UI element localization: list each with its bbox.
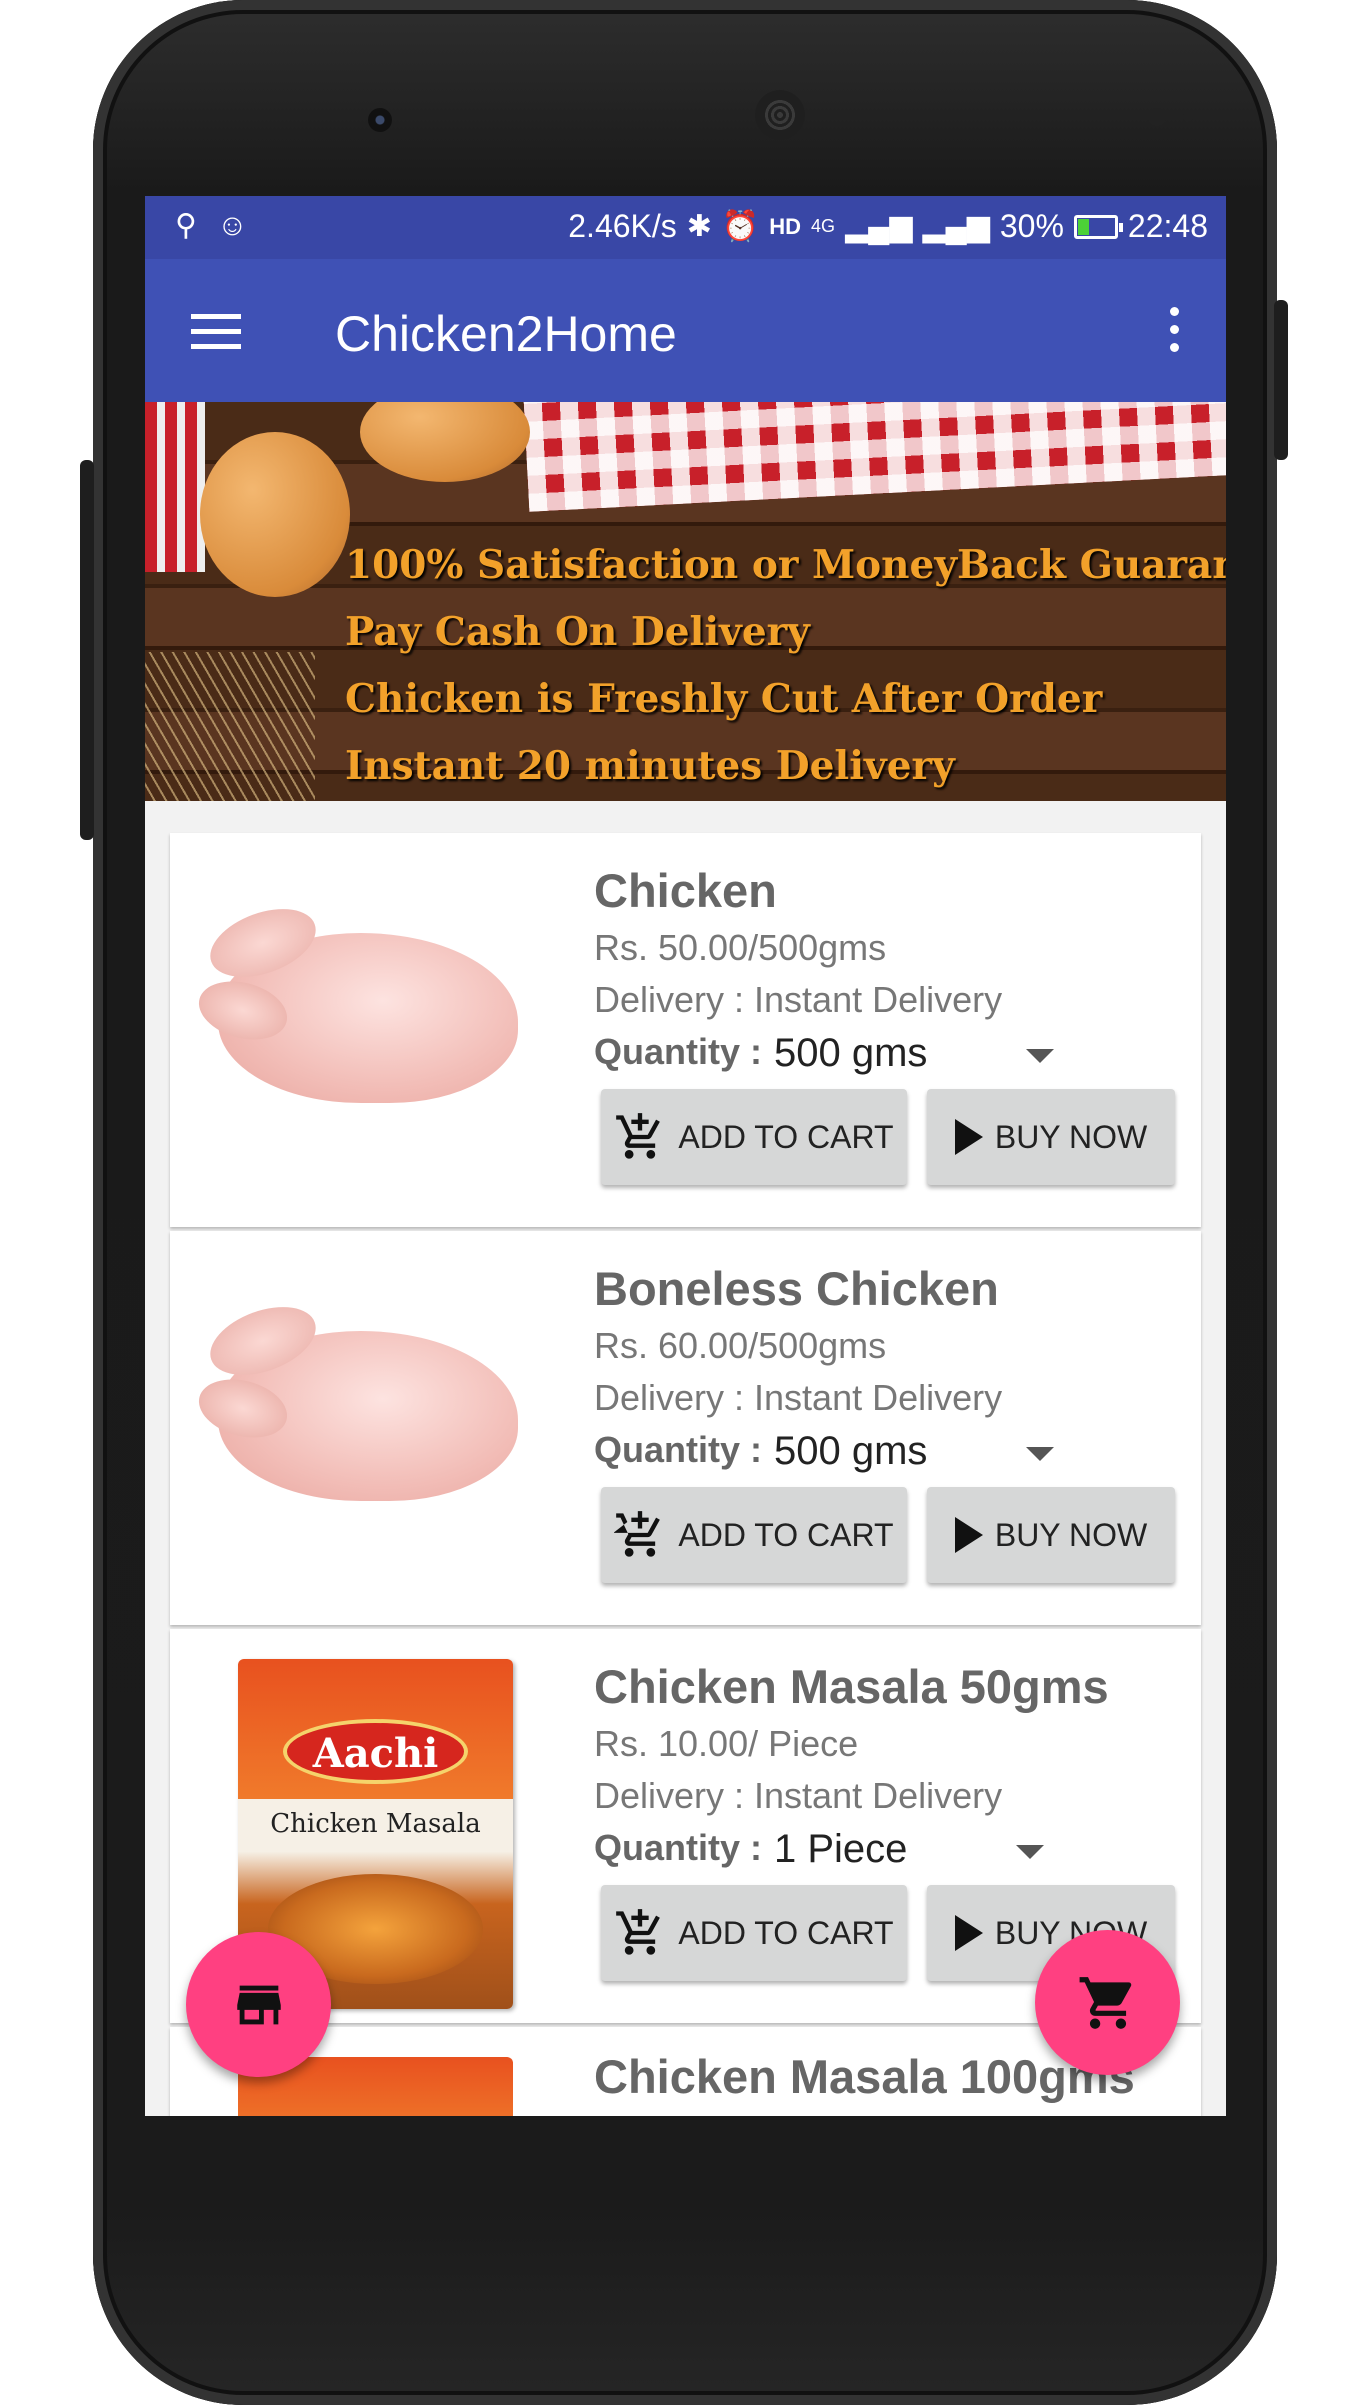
egg-image [200, 432, 350, 597]
add-shopping-cart-icon [614, 1511, 661, 1557]
banner-line: Chicken is Freshly Cut After Order [345, 676, 1103, 722]
quantity-dropdown[interactable]: 500 gms [774, 1429, 1054, 1483]
quantity-label: Quantity : [594, 1031, 762, 1072]
add-shopping-cart-icon [616, 1909, 661, 1955]
banner-text: 100% Satisfaction or MoneyBack Guarantee… [345, 532, 1226, 800]
packet-product-name: Chicken Masala [270, 1809, 481, 1839]
product-list[interactable]: Chicken Rs. 50.00/500gms Delivery : Inst… [170, 833, 1201, 2116]
store-button[interactable] [186, 1932, 331, 2077]
product-delivery: Delivery : Instant Delivery [594, 1377, 1003, 1418]
cart-button[interactable] [1035, 1930, 1180, 2075]
alarm-icon: ⏰ [721, 209, 760, 243]
quantity-value: 1 Piece [774, 1827, 908, 1871]
hd-icon: HD [769, 213, 802, 239]
checkered-cloth-image-left [145, 402, 205, 572]
light-sensor [1183, 112, 1193, 122]
battery-icon [1073, 214, 1123, 239]
add-to-cart-button[interactable]: ADD TO CART [601, 1885, 907, 1981]
add-to-cart-button[interactable]: ADD TO CART [601, 1487, 907, 1583]
signal-icon: ▂▄▆ [845, 209, 913, 243]
network-type: 4G [811, 216, 836, 236]
banner-line: Pay Cash On Delivery [345, 609, 810, 655]
product-card[interactable]: Chicken Rs. 50.00/500gms Delivery : Inst… [170, 833, 1201, 1227]
app-bar: Chicken2Home [145, 259, 1226, 402]
dropdown-arrow-icon [1026, 1049, 1054, 1063]
earpiece-speaker [755, 90, 805, 140]
product-price: Rs. 60.00/500gms [594, 1325, 887, 1366]
proximity-sensor [1148, 108, 1166, 126]
quantity-value: 500 gms [774, 1031, 928, 1075]
signal-icon-2: ▂▄▆ [922, 209, 990, 243]
product-name: Chicken [594, 864, 777, 917]
screen: ⚲ ☺ 2.46K/s ✱ ⏰ HD 4G ▂▄▆ ▂▄▆ 30% 22:48 … [145, 196, 1226, 2116]
promo-banner[interactable]: 100% Satisfaction or MoneyBack Guarantee… [145, 402, 1226, 801]
add-shopping-cart-icon [616, 1113, 661, 1159]
product-name: Chicken Masala 50gms [594, 1660, 1109, 1713]
play-icon [954, 1517, 983, 1553]
wheat-image [145, 652, 315, 801]
masala-packet-image: Aachi Chicken Masala [198, 1629, 528, 2009]
quantity-label: Quantity : [594, 1827, 762, 1868]
quantity-dropdown[interactable]: 500 gms [774, 1031, 1054, 1085]
volume-button [80, 460, 94, 840]
clock: 22:48 [1127, 208, 1208, 244]
play-icon [954, 1915, 983, 1951]
boneless-chicken-image [192, 1291, 528, 1506]
buy-now-button[interactable]: BUY NOW [927, 1089, 1175, 1185]
quantity-label: Quantity : [594, 1429, 762, 1470]
add-to-cart-label: ADD TO CART [678, 1118, 894, 1155]
battery-level [1077, 218, 1090, 235]
egg-image-2 [360, 402, 530, 482]
hamburger-menu-icon[interactable] [191, 314, 241, 350]
more-vertical-icon[interactable] [1170, 307, 1180, 361]
buy-now-button[interactable]: BUY NOW [927, 1487, 1175, 1583]
bluetooth-icon: ✱ [686, 209, 712, 243]
banner-line: Instant 20 minutes Delivery [345, 743, 955, 789]
front-camera [368, 108, 392, 132]
add-to-cart-button[interactable]: ADD TO CART [601, 1089, 907, 1185]
chicken-image [192, 893, 528, 1108]
usb-icon: ⚲ [175, 209, 197, 242]
packet-brand: Aachi [283, 1719, 468, 1784]
add-to-cart-label: ADD TO CART [678, 1516, 894, 1553]
add-to-cart-label: ADD TO CART [678, 1914, 894, 1951]
network-speed: 2.46K/s [568, 208, 677, 244]
dropdown-arrow-icon [1016, 1845, 1044, 1859]
product-price: Rs. 50.00/500gms [594, 927, 887, 968]
power-button [1274, 300, 1288, 460]
quantity-dropdown[interactable]: 1 Piece [774, 1827, 1044, 1881]
product-name: Boneless Chicken [594, 1262, 999, 1315]
store-icon [236, 1985, 281, 2024]
buy-now-label: BUY NOW [994, 1516, 1148, 1553]
product-delivery: Delivery : Instant Delivery [594, 1775, 1003, 1816]
quantity-value: 500 gms [774, 1429, 928, 1473]
banner-line: 100% Satisfaction or MoneyBack Guarantee [345, 542, 1226, 588]
checkered-cloth-image [521, 402, 1226, 512]
product-price: Rs. 10.00/ Piece [594, 1723, 859, 1764]
status-bar: ⚲ ☺ 2.46K/s ✱ ⏰ HD 4G ▂▄▆ ▂▄▆ 30% 22:48 [145, 196, 1226, 259]
product-delivery: Delivery : Instant Delivery [594, 979, 1003, 1020]
app-title: Chicken2Home [335, 306, 677, 362]
battery-percent: 30% [999, 208, 1064, 244]
shopping-cart-icon [1079, 1976, 1131, 2029]
buy-now-label: BUY NOW [994, 1118, 1148, 1155]
message-icon: ☺ [216, 209, 248, 242]
dropdown-arrow-icon [1026, 1447, 1054, 1461]
product-name: Chicken Masala 100gms [594, 2050, 1135, 2103]
play-icon [954, 1119, 983, 1155]
product-card[interactable]: Boneless Chicken Rs. 60.00/500gms Delive… [170, 1231, 1201, 1625]
